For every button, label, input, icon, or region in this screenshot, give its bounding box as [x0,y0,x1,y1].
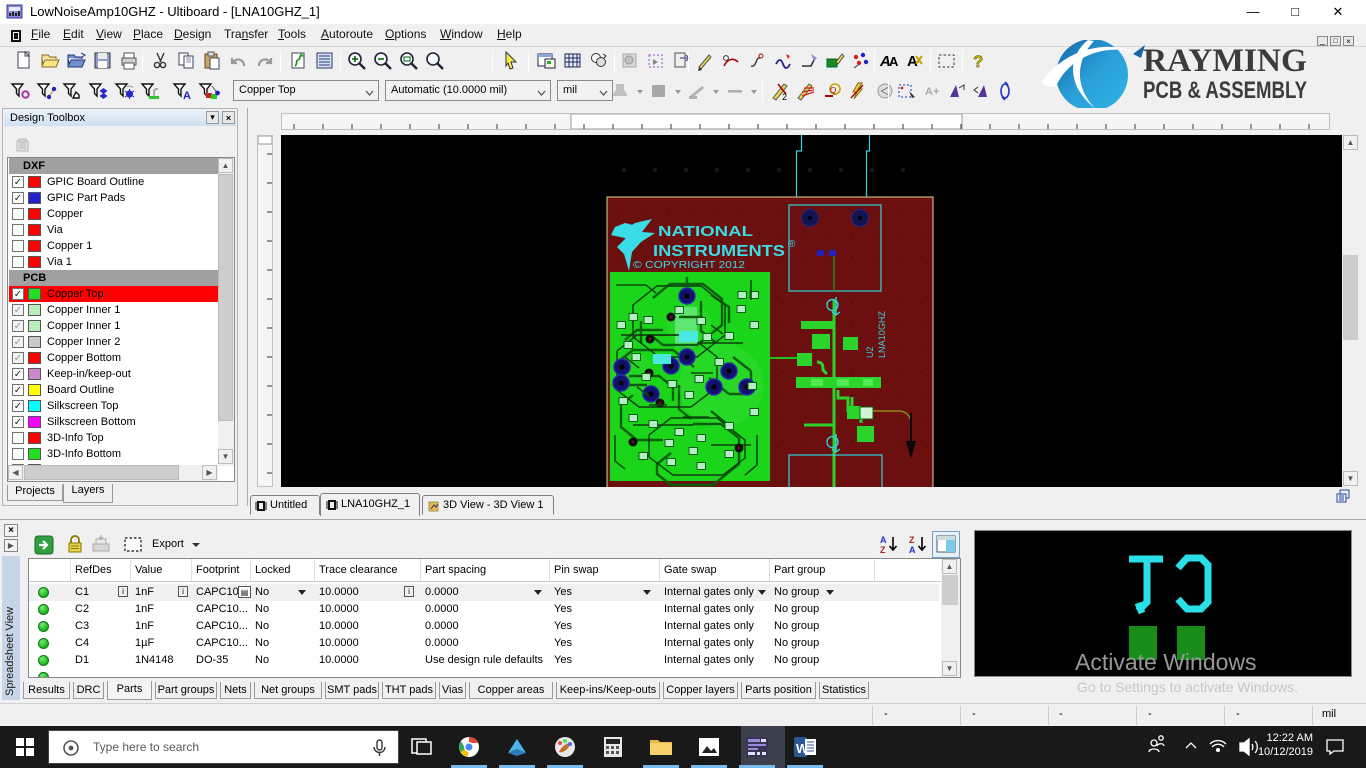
svg-text:2: 2 [782,92,787,102]
svg-text:Z: Z [909,535,915,545]
svg-text:?: ? [973,52,983,71]
svg-text:U2: U2 [865,346,875,358]
svg-text:A: A [880,535,887,545]
svg-text:A: A [183,90,191,102]
svg-text:Activate Windows: Activate Windows [1075,649,1257,675]
svg-text:A+: A+ [925,86,939,98]
svg-text:LNA10GHZ: LNA10GHZ [877,311,887,359]
svg-text:© COPYRIGHT 2012: © COPYRIGHT 2012 [633,259,745,271]
svg-text:INSTRUMENTS: INSTRUMENTS [653,243,785,260]
svg-text:Q: Q [830,86,836,95]
svg-text:A: A [909,545,916,555]
svg-text:A: A [907,53,918,70]
svg-text:PCB & ASSEMBLY: PCB & ASSEMBLY [1143,77,1307,104]
svg-text:Z: Z [880,545,886,555]
svg-text:RAYMING: RAYMING [1143,43,1307,79]
svg-text:NATIONAL: NATIONAL [658,223,753,240]
svg-text:A: A [889,54,899,69]
